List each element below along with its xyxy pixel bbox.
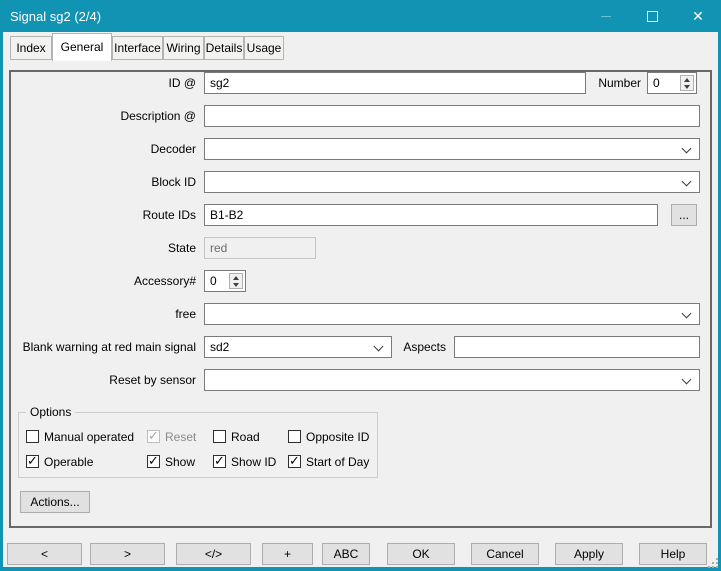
dialog-body: Index General Interface Wiring Details U… [3, 32, 718, 567]
route-ids-label: Route IDs [13, 204, 196, 226]
checkbox-start-of-day[interactable]: Start of Day [288, 454, 369, 469]
xml-button[interactable]: </> [176, 543, 251, 565]
operable-checkbox-box [26, 455, 39, 468]
ok-button[interactable]: OK [387, 543, 455, 565]
accessory-value: 0 [210, 274, 217, 288]
description-input[interactable] [204, 105, 700, 127]
accessory-spin-buttons [229, 273, 243, 289]
tab-interface[interactable]: Interface [112, 36, 163, 60]
actions-button[interactable]: Actions... [20, 491, 90, 513]
show-id-checkbox-label: Show ID [231, 455, 276, 469]
minimize-button[interactable] [583, 0, 629, 32]
number-label: Number [543, 72, 641, 94]
start-of-day-checkbox-box [288, 455, 301, 468]
maximize-icon [647, 11, 658, 22]
title-bar: Signal sg2 (2/4) ✕ [0, 0, 721, 32]
route-ids-input[interactable] [204, 204, 658, 226]
accessory-spin-up-icon[interactable] [230, 274, 242, 281]
aspects-input[interactable] [454, 336, 700, 358]
tab-index[interactable]: Index [10, 36, 52, 60]
reset-by-sensor-combobox[interactable] [204, 369, 700, 391]
checkbox-opposite-id[interactable]: Opposite ID [288, 429, 369, 444]
number-spin-down-icon[interactable] [681, 83, 693, 90]
add-button[interactable]: + [262, 543, 313, 565]
free-label: free [13, 303, 196, 325]
minimize-icon [601, 16, 611, 17]
route-ids-browse-button[interactable]: ... [671, 204, 697, 226]
cancel-button[interactable]: Cancel [471, 543, 539, 565]
operable-checkbox-label: Operable [44, 455, 93, 469]
chevron-down-icon [682, 309, 692, 319]
tab-usage[interactable]: Usage [244, 36, 284, 60]
chevron-down-icon [374, 342, 384, 352]
checkbox-show[interactable]: Show [147, 454, 195, 469]
number-spin-buttons [680, 75, 694, 91]
blank-warning-label: Blank warning at red main signal [13, 336, 196, 358]
reset-by-sensor-label: Reset by sensor [13, 369, 196, 391]
maximize-button[interactable] [629, 0, 675, 32]
chevron-down-icon [682, 177, 692, 187]
caption-buttons: ✕ [583, 0, 721, 32]
close-button[interactable]: ✕ [675, 0, 721, 32]
state-label: State [13, 237, 196, 259]
signal-properties-dialog: Signal sg2 (2/4) ✕ Index General Interfa… [0, 0, 721, 571]
checkbox-operable[interactable]: Operable [26, 454, 93, 469]
chevron-down-icon [682, 144, 692, 154]
resize-grip-icon[interactable] [706, 556, 718, 568]
abc-button[interactable]: ABC [322, 543, 370, 565]
accessory-spinner[interactable]: 0 [204, 270, 246, 292]
checkbox-manual-operated[interactable]: Manual operated [26, 429, 134, 444]
blank-warning-combobox[interactable]: sd2 [204, 336, 392, 358]
show-checkbox-label: Show [165, 455, 195, 469]
checkbox-show-id[interactable]: Show ID [213, 454, 276, 469]
tab-wiring[interactable]: Wiring [163, 36, 204, 60]
id-input[interactable] [204, 72, 586, 94]
id-label: ID @ [13, 72, 196, 94]
show-checkbox-box [147, 455, 160, 468]
manual-operated-checkbox-box [26, 430, 39, 443]
road-checkbox-box [213, 430, 226, 443]
window-title: Signal sg2 (2/4) [10, 9, 101, 24]
options-group-title: Options [26, 405, 75, 419]
reset-checkbox-label: Reset [165, 430, 196, 444]
checkbox-road[interactable]: Road [213, 429, 260, 444]
state-input [204, 237, 316, 259]
decoder-label: Decoder [13, 138, 196, 160]
accessory-label: Accessory# [13, 270, 196, 292]
free-combobox[interactable] [204, 303, 700, 325]
manual-operated-checkbox-label: Manual operated [44, 430, 134, 444]
block-id-label: Block ID [13, 171, 196, 193]
aspects-label: Aspects [398, 336, 446, 358]
show-id-checkbox-box [213, 455, 226, 468]
number-value: 0 [653, 76, 660, 90]
help-button[interactable]: Help [639, 543, 707, 565]
prev-button[interactable]: < [7, 543, 82, 565]
close-icon: ✕ [692, 9, 704, 23]
start-of-day-checkbox-label: Start of Day [306, 455, 369, 469]
opposite-id-checkbox-label: Opposite ID [306, 430, 369, 444]
tab-general[interactable]: General [52, 33, 112, 61]
block-id-combobox[interactable] [204, 171, 700, 193]
chevron-down-icon [682, 375, 692, 385]
road-checkbox-label: Road [231, 430, 260, 444]
tab-details[interactable]: Details [204, 36, 244, 60]
blank-warning-value: sd2 [210, 340, 229, 354]
next-button[interactable]: > [90, 543, 165, 565]
opposite-id-checkbox-box [288, 430, 301, 443]
apply-button[interactable]: Apply [555, 543, 623, 565]
number-spin-up-icon[interactable] [681, 76, 693, 83]
checkbox-reset: Reset [147, 429, 196, 444]
decoder-combobox[interactable] [204, 138, 700, 160]
accessory-spin-down-icon[interactable] [230, 281, 242, 288]
number-spinner[interactable]: 0 [647, 72, 697, 94]
reset-checkbox-box [147, 430, 160, 443]
description-label: Description @ [13, 105, 196, 127]
